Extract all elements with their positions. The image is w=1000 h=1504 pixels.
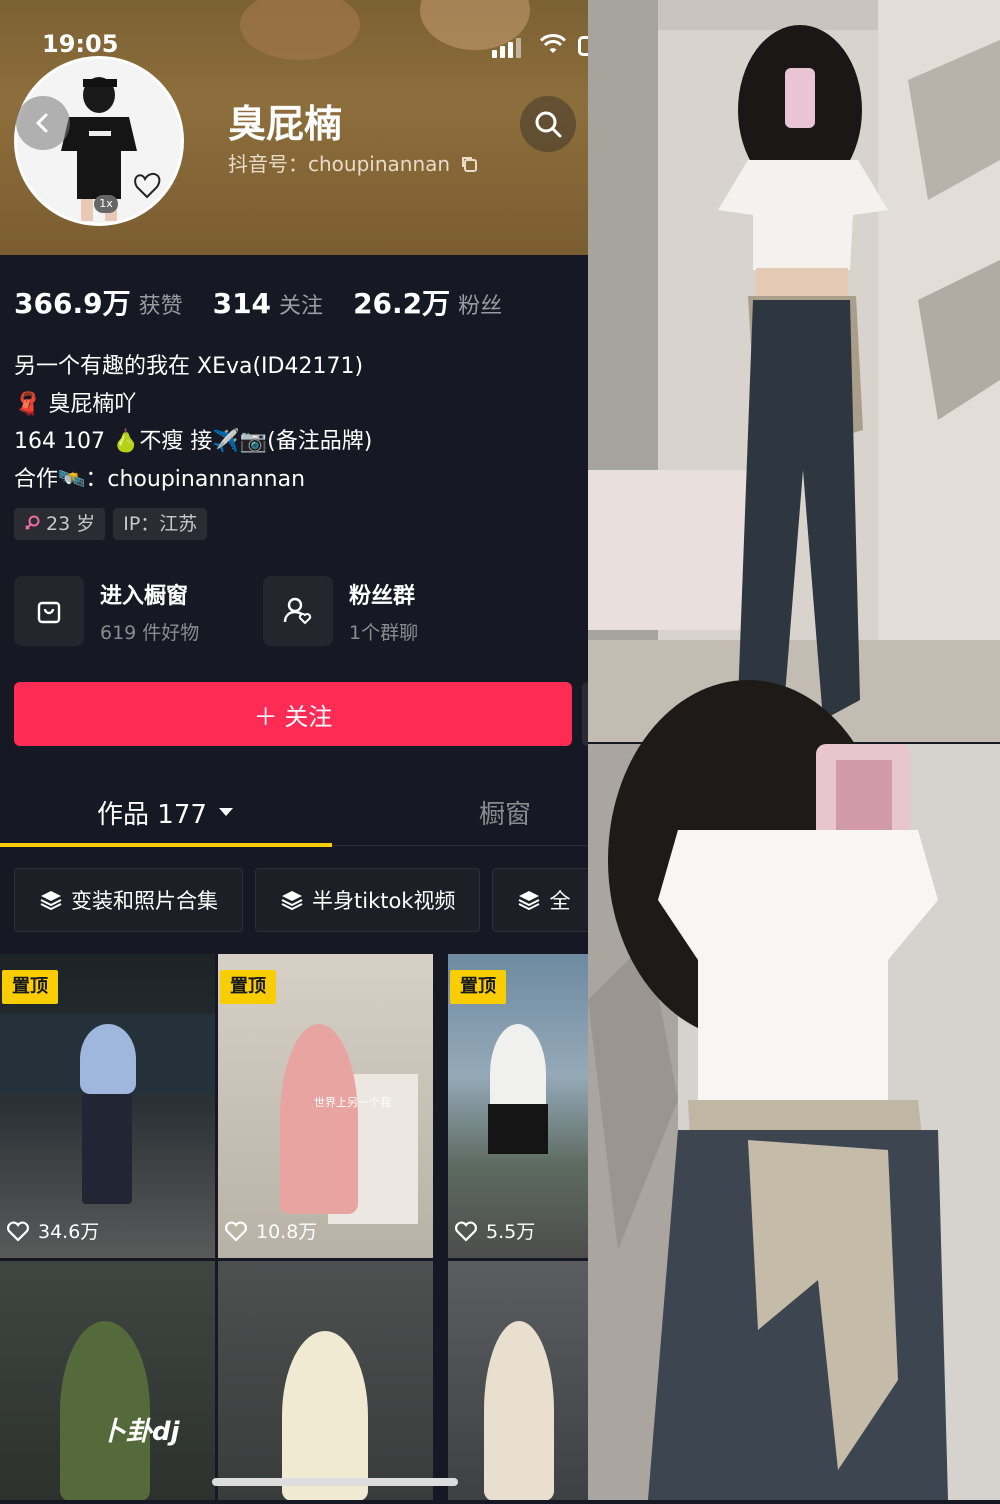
video-likes-count: 5.5万 [486,1221,536,1243]
video-thumbnail[interactable] [448,1261,588,1500]
shop-window-entry[interactable]: 进入橱窗 619 件好物 [14,576,199,646]
layers-icon [519,891,540,911]
shop-bag-icon [37,601,61,624]
heart-icon [225,1221,247,1242]
heart-icon [7,1221,29,1242]
copy-icon[interactable] [460,155,478,173]
chip-collection-3[interactable]: 全 [492,868,588,932]
video-thumbnail[interactable] [218,1261,433,1500]
douyin-id[interactable]: 抖音号：choupinannan [228,148,478,177]
chip-collection-3-label: 全 [549,889,571,913]
outfit-mirror-selfies [588,0,1000,1500]
video-thumbnail[interactable]: 世界上另一个我 置顶 10.8万 [218,954,433,1258]
chip-collection-1-label: 变装和照片合集 [71,889,218,913]
fan-group-title: 粉丝群 [349,583,416,609]
video-likes: 34.6万 [6,1217,99,1244]
status-time: 19:05 [42,30,119,58]
profile-header-banner: 19:05 1x 臭屁楠 抖音号：choupinannan [0,0,588,255]
bio-line-4: 合作🛰️：choupinannannan [14,466,306,492]
side-photo-panel [588,0,1000,1500]
layers-icon [281,891,303,911]
video-thumbnail[interactable]: 置顶 34.6万 [0,954,215,1258]
shop-title: 进入橱窗 [100,583,189,609]
fan-group-icon [283,597,312,625]
stat-followers-count: 26.2万 [353,287,451,320]
age-tag: 23 岁 [14,508,106,540]
profile-stats: 366.9万 获赞 314 关注 26.2万 粉丝 [14,282,532,322]
caret-down-icon [218,808,233,816]
tab-works[interactable]: 作品 177 [0,778,332,847]
video-thumbnail[interactable]: 卜卦dj [0,1261,215,1500]
avatar-speed-badge: 1x [94,195,118,213]
layers-icon [40,891,62,911]
fan-group-icon-box [263,576,333,646]
bio-line-3: 164 107 🍐不瘦 接✈️📷(备注品牌) [14,429,373,454]
ip-tag: IP：江苏 [113,508,208,540]
stat-likes-count: 366.9万 [14,287,131,320]
back-icon [35,113,48,133]
stat-following-count: 314 [212,287,272,320]
battery-icon [578,36,588,56]
douyin-id-text: 抖音号：choupinannan [228,152,451,176]
pinned-badge: 置顶 [220,970,276,1004]
active-tab-underline [0,843,332,847]
shop-subtitle: 619 件好物 [100,621,200,644]
tab-works-label: 作品 177 [97,799,207,830]
douyin-profile-screen: 19:05 1x 臭屁楠 抖音号：choupinannan 366.9万 获赞 … [0,0,588,1500]
search-icon [535,111,562,138]
video-overlay-text: 卜卦dj [100,1417,180,1447]
profile-tags: 23 岁 IP：江苏 [14,508,208,540]
age-tag-text: 23 岁 [46,513,96,535]
tab-shop-window[interactable]: 橱窗 [440,778,570,846]
profile-bio: 另一个有趣的我在 XEva(ID42171) 🧣 臭屁楠吖 164 107 🍐不… [14,348,372,498]
video-likes-count: 34.6万 [38,1221,100,1243]
bio-line-1: 另一个有趣的我在 XEva(ID42171) [14,354,364,379]
shop-icon-box [14,576,84,646]
stat-following[interactable]: 314 关注 [213,287,323,320]
pinned-badge: 置顶 [450,970,506,1004]
stat-followers[interactable]: 26.2万 粉丝 [353,282,502,322]
wifi-icon [540,34,566,53]
stat-likes[interactable]: 366.9万 获赞 [14,282,183,322]
home-indicator [212,1478,458,1486]
bio-line-2: 🧣 臭屁楠吖 [14,391,137,417]
profile-name: 臭屁楠 [228,102,343,146]
stat-following-label: 关注 [279,294,324,319]
heart-icon [455,1221,477,1242]
video-overlay-text: 世界上另一个我 [314,1096,391,1109]
fan-group-subtitle: 1个群聊 [349,621,419,644]
stat-likes-label: 获赞 [138,294,183,319]
video-likes-count: 10.8万 [256,1221,318,1243]
video-thumbnail[interactable]: 置顶 5.5万 [448,954,588,1258]
fan-group-entry[interactable]: 粉丝群 1个群聊 [263,576,418,646]
search-button[interactable] [520,96,576,152]
back-button[interactable] [16,96,70,150]
chip-collection-1[interactable]: 变装和照片合集 [14,868,243,932]
stat-followers-label: 粉丝 [458,294,503,319]
follow-button[interactable]: ＋ 关注 [14,682,572,746]
pinned-badge: 置顶 [2,970,58,1004]
chip-collection-2[interactable]: 半身tiktok视频 [255,868,481,932]
video-likes: 10.8万 [224,1217,317,1244]
video-likes: 5.5万 [454,1217,535,1244]
ip-tag-text: IP：江苏 [123,513,198,535]
chip-collection-2-label: 半身tiktok视频 [312,889,456,913]
female-icon [25,515,40,530]
cellular-signal-icon [492,38,521,58]
content-tabs: 作品 177 橱窗 [0,778,588,847]
collection-chips: 变装和照片合集 半身tiktok视频 全 [14,868,588,932]
